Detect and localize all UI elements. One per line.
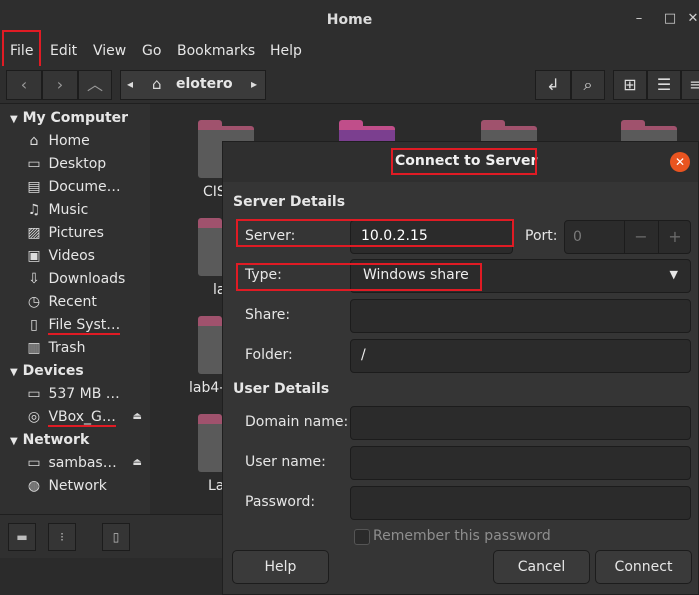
videos-icon: ▣ [27,248,41,264]
connect-to-server-dialog: Connect to Server ✕ Server Details Serve… [222,141,699,595]
remember-password-label[interactable]: Remember this password [373,528,551,544]
breadcrumb: ◂ ⌂ elotero ▸ [120,70,266,100]
title-highlight [391,148,537,175]
sidebar-item-vbox[interactable]: ◎ VBox_G… ⏏ [24,409,148,431]
sidebar-item-sambashare[interactable]: ▭ sambas… ⏏ [24,455,148,477]
drive-icon: ▭ [27,386,41,402]
folder-input[interactable]: / [350,339,691,373]
connect-button[interactable]: Connect [595,550,692,584]
sidebar-item-documents[interactable]: ▤ Docume… [24,179,148,201]
downloads-icon: ⇩ [28,271,40,287]
file-menu-highlight [2,30,41,68]
crumb-left-arrow[interactable]: ◂ [127,77,133,91]
password-label: Password: [245,494,316,510]
password-input[interactable] [350,486,691,520]
port-decrement-button[interactable]: − [624,221,657,253]
domain-name-input[interactable] [350,406,691,440]
show-treeview-button[interactable]: ⁝ [48,523,76,551]
close-window-button[interactable]: ✕ [686,12,699,26]
title-bar: Home – □ ✕ [0,0,699,40]
show-places-button[interactable]: ▬ [8,523,36,551]
home-icon: ⌂ [152,75,162,93]
crumb-right-arrow[interactable]: ▸ [251,77,257,91]
sidebar-item-drive[interactable]: ▭ 537 MB … [24,386,148,408]
maximize-button[interactable]: □ [663,12,677,26]
port-increment-button[interactable]: + [658,221,691,253]
sidebar-section-my-computer[interactable]: ▼ My Computer [10,110,128,126]
sidebar-item-network[interactable]: ◍ Network [24,478,148,500]
network-share-icon: ▭ [27,455,41,471]
share-label: Share: [245,307,291,323]
sidebar-item-downloads[interactable]: ⇩ Downloads [24,271,148,293]
sidebar-item-desktop[interactable]: ▭ Desktop [24,156,148,178]
search-button[interactable]: ⌕ [571,70,605,100]
type-highlight [236,263,482,291]
minimize-button[interactable]: – [632,12,646,26]
sidebar-item-videos[interactable]: ▣ Videos [24,248,148,270]
list-view-button[interactable]: ☰ [647,70,681,100]
filesystem-icon: ▯ [30,317,38,333]
help-button[interactable]: Help [232,550,329,584]
menu-help[interactable]: Help [270,43,302,59]
menu-bookmarks[interactable]: Bookmarks [177,43,255,59]
sidebar-item-music[interactable]: ♫ Music [24,202,148,224]
back-button[interactable]: ‹ [6,70,42,100]
port-spinbutton[interactable]: 0 − + [564,220,691,254]
sidebar-item-home[interactable]: ⌂ Home [24,133,148,155]
up-button[interactable]: ︿ [78,70,112,100]
dialog-title-bar: Connect to Server ✕ [223,142,698,182]
eject-icon[interactable]: ⏏ [133,411,142,422]
home-icon: ⌂ [29,133,39,149]
globe-icon: ◍ [27,478,41,494]
pictures-icon: ▨ [27,225,41,241]
sidebar: ▼ My Computer ⌂ Home ▭ Desktop ▤ Docume…… [0,104,150,514]
folder-label: Folder: [245,347,293,363]
breadcrumb-location[interactable]: elotero [176,76,233,92]
trash-icon: ▥ [27,340,41,356]
sidebar-section-devices[interactable]: ▼ Devices [10,363,84,379]
disc-icon: ◎ [27,409,41,425]
sidebar-item-recent[interactable]: ◷ Recent [24,294,148,316]
menu-bar: File Edit View Go Bookmarks Help [0,30,699,68]
toggle-location-button[interactable]: ↲ [535,70,571,100]
port-label: Port: [525,228,558,244]
recent-icon: ◷ [27,294,41,310]
port-value[interactable]: 0 [573,229,582,245]
sidebar-item-pictures[interactable]: ▨ Pictures [24,225,148,247]
hide-sidebar-button[interactable]: ▯ [102,523,130,551]
compact-view-button[interactable]: ≡ [681,70,699,100]
menu-go[interactable]: Go [142,43,161,59]
chevron-down-icon: ▼ [669,268,678,281]
share-input[interactable] [350,299,691,333]
server-details-heading: Server Details [233,194,346,210]
desktop-icon: ▭ [27,156,41,172]
eject-icon[interactable]: ⏏ [133,457,142,468]
user-name-label: User name: [245,454,326,470]
sidebar-item-filesystem[interactable]: ▯ File Syst… [24,317,148,339]
window-title: Home [326,12,373,28]
remember-password-checkbox[interactable] [354,529,370,545]
documents-icon: ▤ [27,179,41,195]
music-icon: ♫ [27,202,41,218]
toolbar: ‹ › ︿ ◂ ⌂ elotero ▸ ↲ ⌕ ⊞ ☰ ≡ [0,66,699,104]
sidebar-item-trash[interactable]: ▥ Trash [24,340,148,362]
menu-view[interactable]: View [93,43,126,59]
domain-name-label: Domain name: [245,414,349,430]
icon-view-button[interactable]: ⊞ [613,70,647,100]
folder-label[interactable]: lab4- [189,380,224,396]
menu-edit[interactable]: Edit [50,43,77,59]
server-highlight [236,219,514,247]
user-details-heading: User Details [233,381,330,397]
sidebar-section-network[interactable]: ▼ Network [10,432,89,448]
cancel-button[interactable]: Cancel [493,550,590,584]
close-icon[interactable]: ✕ [670,152,690,172]
user-name-input[interactable] [350,446,691,480]
forward-button[interactable]: › [42,70,78,100]
